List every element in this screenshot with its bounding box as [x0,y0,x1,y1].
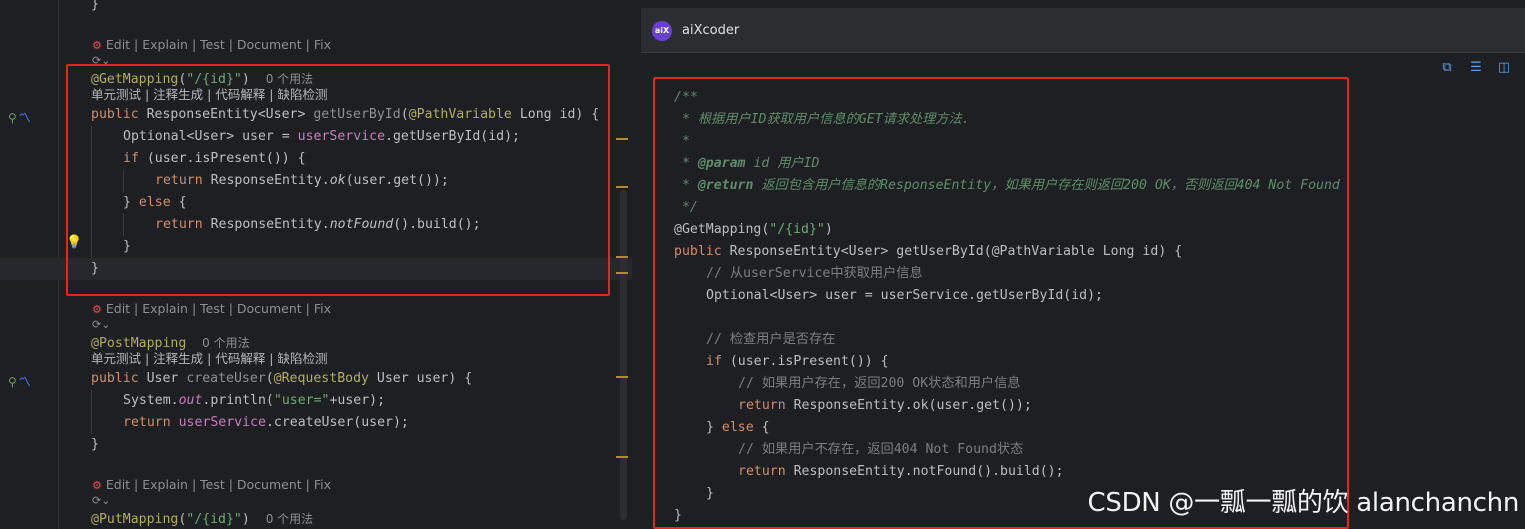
cn-code-lens[interactable]: 单元测试 | 注释生成 | 代码解释 | 缺陷检测 [91,349,327,369]
ai-assist-icon[interactable]: ⟳⌄ [92,493,110,509]
gutter-run-icon[interactable]: ⚲ 〽 [8,373,31,389]
copy-icon[interactable]: ⧉ [1439,60,1455,76]
scroll-marker [616,138,628,140]
code-lens-actions[interactable]: ⚙ Edit | Explain | Test | Document | Fix [92,37,331,53]
aixcoder-logo: aiX [652,21,672,41]
code-line-annotation: @PutMapping("/{id}") 0 个用法 [91,512,314,527]
highlight-box [66,64,610,296]
indent-guide [91,390,92,434]
code-line: System.out.println("user="+user); [123,393,386,408]
ai-assist-icon[interactable]: ⟳⌄ [92,317,110,333]
panel-header: aiX aiXcoder [641,8,1525,53]
scroll-marker [616,272,628,274]
usages-count[interactable]: 0 个用法 [266,512,313,526]
watermark: CSDN @一瓢一瓢的饮 alanchanchn [1087,488,1520,518]
scroll-marker [616,256,628,258]
panel-title: aiXcoder [682,23,740,38]
code-lens-actions[interactable]: ⚙ Edit | Explain | Test | Document | Fix [92,477,331,493]
aixcoder-lens-icon: ⚙ [92,479,102,492]
code-line: } [91,437,99,452]
scroll-marker [616,186,628,188]
insert-icon[interactable]: ☰ [1468,60,1484,76]
aixcoder-lens-icon: ⚙ [92,39,102,52]
usages-count[interactable]: 0 个用法 [202,336,249,350]
code-editor[interactable]: } ⚙ Edit | Explain | Test | Document | F… [0,0,632,529]
highlight-box [653,77,1349,529]
code-lens-actions[interactable]: ⚙ Edit | Explain | Test | Document | Fix [92,301,331,317]
scroll-marker [616,376,628,378]
scroll-marker [616,456,628,458]
split-view-icon[interactable]: ◫ [1496,60,1512,76]
code-line: } [91,0,99,12]
code-line-signature: public User createUser(@RequestBody User… [91,371,473,386]
editor-scrollbar[interactable] [620,190,627,520]
gutter-run-icon[interactable]: ⚲ 〽 [8,109,31,125]
code-line: return userService.createUser(user); [123,415,409,430]
aixcoder-panel: aiX aiXcoder ⧉ ☰ ◫ /** * 根据用户ID获取用户信息的GE… [641,8,1525,529]
aixcoder-lens-icon: ⚙ [92,303,102,316]
